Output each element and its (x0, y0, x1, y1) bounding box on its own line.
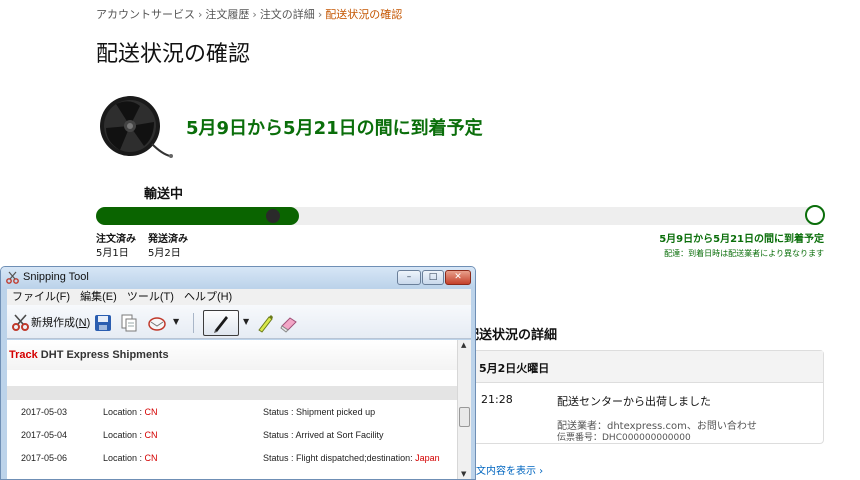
minimize-button[interactable]: – (397, 270, 421, 285)
tracking-heading-rest: DHT Express Shipments (37, 349, 169, 361)
step-eta: 5月9日から5月21日の間に到着予定 配達：到着日時は配送業者により異なります (654, 233, 824, 261)
scroll-down-arrow-icon[interactable]: ▼ (461, 470, 466, 478)
current-position-marker (264, 207, 282, 225)
menu-tools[interactable]: ツール(T) (127, 289, 174, 305)
breadcrumb-order-details[interactable]: 注文の詳細 (260, 8, 315, 21)
location-value: CN (144, 407, 158, 417)
delivery-endpoint-marker (805, 205, 825, 225)
status-value: Shipment picked up (296, 407, 376, 417)
menu-file[interactable]: ファイル(F) (12, 289, 70, 305)
location-value: CN (144, 430, 158, 440)
tracking-event-description: 配送センターから出荷しました (557, 395, 711, 408)
toolbar-separator (193, 313, 194, 333)
pen-tool-button[interactable] (203, 310, 239, 336)
step-ordered-date: 5月1日 (96, 248, 129, 259)
scissors-icon (6, 271, 19, 284)
tracking-row: 2017-05-06 Location : CN Status : Flight… (7, 450, 457, 466)
new-snip-label-pre: 新規作成( (31, 317, 79, 329)
product-fan-image (100, 96, 173, 158)
tracking-heading-track: Track (9, 349, 38, 361)
step-shipped-date: 5月2日 (148, 248, 181, 259)
step-shipped: 発送済み 5月2日 (148, 233, 188, 261)
menu-help[interactable]: ヘルプ(H) (184, 289, 232, 305)
status-label: Status : (263, 430, 296, 440)
step-ordered: 注文済み 5月1日 (96, 233, 136, 261)
send-dropdown-caret[interactable]: ▼ (173, 317, 179, 326)
maximize-button[interactable]: □ (422, 270, 444, 285)
breadcrumb-separator: › (198, 8, 203, 21)
new-snip-label-post: ) (86, 317, 91, 329)
status-value: Arrived at Sort Facility (295, 430, 384, 440)
step-eta-note: 配達：到着日時は配送業者により異なります (664, 249, 824, 258)
toolbar: 新規作成(N) ▼ ▼ (7, 305, 471, 339)
tracking-row: 2017-05-04 Location : CN Status : Arrive… (7, 427, 457, 443)
status-value: Flight dispatched;destination: (296, 453, 416, 463)
breadcrumb-account[interactable]: アカウントサービス (96, 8, 195, 21)
tracking-row-status: Status : Arrived at Sort Facility (263, 427, 384, 443)
tracking-event-time: 21:28 (481, 393, 513, 406)
status-label: Status : (263, 453, 297, 463)
new-snip-accelerator: N (78, 317, 87, 329)
tracking-details-header: 5月2日火曜日 (467, 351, 823, 383)
tracking-panel-band (7, 386, 457, 400)
delivery-estimate: 5月9日から5月21日の間に到着予定 (186, 118, 483, 139)
tracking-details-card: 5月2日火曜日 21:28 配送センターから出荷しました 配送業者：dhtexp… (466, 350, 824, 444)
step-eta-label: 5月9日から5月21日の間に到着予定 (659, 234, 824, 245)
location-label: Location : (103, 453, 145, 463)
tracking-row: 2017-05-03 Location : CN Status : Shipme… (7, 404, 457, 420)
location-label: Location : (103, 430, 145, 440)
location-label: Location : (103, 407, 145, 417)
tracking-date-header: 5月2日火曜日 (479, 362, 550, 375)
tracking-number: 伝票番号：DHC000000000000 (557, 433, 691, 443)
eraser-icon[interactable] (279, 313, 299, 333)
status-destination: Japan (415, 453, 440, 463)
location-value: CN (144, 453, 158, 463)
breadcrumb-current: 配送状況の確認 (325, 8, 403, 21)
step-shipped-label: 発送済み (148, 234, 188, 245)
shipping-status-label: 輸送中 (144, 187, 184, 202)
snipping-tool-window: Snipping Tool – □ ✕ ファイル(F) 編集(E) ツール(T)… (0, 266, 476, 480)
pen-icon (214, 316, 228, 333)
tracking-row-date: 2017-05-04 (21, 430, 68, 440)
shipping-progress-bar (96, 207, 822, 225)
breadcrumb-separator: › (317, 8, 323, 21)
window-title: Snipping Tool (23, 271, 89, 283)
scissors-icon (12, 314, 29, 332)
vertical-scrollbar[interactable]: ▲ ▼ (457, 340, 471, 479)
page-title: 配送状況の確認 (96, 42, 251, 67)
tracking-row-status: Status : Shipment picked up (263, 404, 375, 420)
send-snip-icon[interactable] (147, 313, 167, 333)
snip-canvas: Track DHT Express Shipments 2017-05-03 L… (7, 340, 457, 479)
scroll-up-arrow-icon[interactable]: ▲ (461, 341, 466, 349)
tracking-row-location: Location : CN (103, 404, 158, 420)
tracking-details-title: 配送状況の詳細 (466, 328, 558, 343)
status-label: Status : (263, 407, 297, 417)
tracking-panel-heading: Track DHT Express Shipments (7, 340, 457, 370)
tracking-row-status: Status : Flight dispatched;destination: … (263, 450, 440, 466)
breadcrumb-order-history[interactable]: 注文履歴 (205, 8, 249, 21)
scrollbar-thumb[interactable] (459, 407, 470, 427)
tracking-row-date: 2017-05-03 (21, 407, 68, 417)
tracking-row-date: 2017-05-06 (21, 453, 68, 463)
tracking-row-location: Location : CN (103, 450, 158, 466)
save-icon[interactable] (93, 313, 113, 333)
breadcrumb: アカウントサービス › 注文履歴 › 注文の詳細 › 配送状況の確認 (96, 6, 402, 22)
show-order-link[interactable]: 注文内容を表示 › (466, 462, 543, 477)
menu-edit[interactable]: 編集(E) (80, 289, 117, 305)
highlighter-icon[interactable] (255, 313, 275, 333)
close-button[interactable]: ✕ (445, 270, 471, 285)
tracking-row-location: Location : CN (103, 427, 158, 443)
copy-icon[interactable] (119, 313, 139, 333)
pen-dropdown-caret[interactable]: ▼ (243, 317, 249, 326)
breadcrumb-separator: › (252, 8, 257, 21)
step-ordered-label: 注文済み (96, 234, 136, 245)
title-bar[interactable]: Snipping Tool – □ ✕ (1, 267, 475, 288)
menu-bar: ファイル(F) 編集(E) ツール(T) ヘルプ(H) (7, 289, 471, 305)
new-snip-button[interactable]: 新規作成(N) (11, 313, 90, 333)
